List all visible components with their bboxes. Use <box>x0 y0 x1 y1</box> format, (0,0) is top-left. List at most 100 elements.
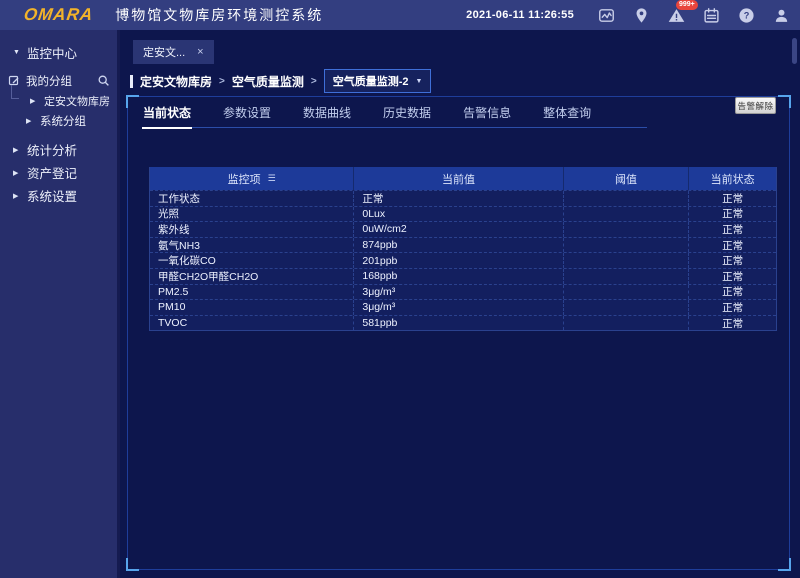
device-selector-dropdown[interactable]: 空气质量监测-2 ▼ <box>324 69 432 93</box>
alarm-count-badge: 999+ <box>676 0 698 10</box>
current-value-cell: 201ppb <box>353 253 562 268</box>
panel-corner-accent <box>778 558 791 571</box>
alarm-release-button[interactable]: 告警解除 <box>735 97 776 114</box>
monitor-item-name: 一氧化碳CO <box>150 253 353 268</box>
location-icon[interactable] <box>632 6 650 24</box>
sidebar-item-asset-registry[interactable]: ▶ 资产登记 <box>0 162 117 183</box>
current-value-cell: 581ppb <box>353 316 562 331</box>
threshold-cell <box>563 300 689 315</box>
breadcrumb-separator: > <box>219 76 225 87</box>
column-header-current-value: 当前值 <box>353 167 562 190</box>
tab-history-data[interactable]: 历史数据 <box>382 100 432 127</box>
breadcrumb-accent-bar <box>130 75 133 88</box>
sidebar-item-label: 系统分组 <box>40 113 86 129</box>
tab-overall-query[interactable]: 整体查询 <box>542 100 592 127</box>
chevron-down-icon: ▼ <box>416 78 423 85</box>
current-value-cell: 0uW/cm2 <box>353 222 562 237</box>
sidebar-item-system-groups[interactable]: ▶ 系统分组 <box>0 111 117 131</box>
threshold-cell <box>563 238 689 253</box>
current-value-cell: 168ppb <box>353 269 562 284</box>
tab-current-status[interactable]: 当前状态 <box>142 100 192 127</box>
breadcrumb-air-quality[interactable]: 空气质量监测 <box>232 73 304 90</box>
caret-right-icon: ▶ <box>26 117 34 125</box>
current-value-cell: 3μg/m³ <box>353 300 562 315</box>
column-list-icon[interactable]: ☰ <box>268 173 276 184</box>
search-icon[interactable] <box>97 74 110 90</box>
user-icon[interactable] <box>772 6 790 24</box>
status-cell: 正常 <box>688 316 776 331</box>
current-value-cell: 0Lux <box>353 207 562 222</box>
caret-right-icon: ▶ <box>13 169 21 177</box>
sidebar-item-dingan-warehouse[interactable]: ▶ 定安文物库房 <box>0 91 117 111</box>
caret-right-icon: ▶ <box>13 146 21 154</box>
monitor-item-name: 氨气NH3 <box>150 238 353 253</box>
main-content: 定安文... × 定安文物库房 > 空气质量监测 > 空气质量监测-2 ▼ 当前… <box>123 30 800 578</box>
table-row: 光照 0Lux 正常 <box>150 206 776 222</box>
monitor-item-name: PM10 <box>150 300 353 315</box>
sidebar-item-label: 定安文物库房 <box>44 93 110 109</box>
help-icon[interactable]: ? <box>737 6 755 24</box>
sidebar-item-label: 我的分组 <box>26 73 72 89</box>
status-cell: 正常 <box>688 207 776 222</box>
page-tab-label: 定安文... <box>143 44 185 60</box>
status-cell: 正常 <box>688 253 776 268</box>
content-panel: 当前状态 参数设置 数据曲线 历史数据 告警信息 整体查询 告警解除 监控项 ☰… <box>127 96 790 570</box>
panel-corner-accent <box>778 95 791 108</box>
monitor-item-name: PM2.5 <box>150 285 353 300</box>
table-row: 工作状态 正常 正常 <box>150 190 776 206</box>
sidebar-item-statistics[interactable]: ▶ 统计分析 <box>0 139 117 160</box>
threshold-cell <box>563 316 689 331</box>
sidebar-item-system-settings[interactable]: ▶ 系统设置 <box>0 185 117 206</box>
monitor-table: 监控项 ☰ 当前值 阈值 当前状态 工作状态 正常 正常 <box>149 167 777 331</box>
caret-down-icon: ▼ <box>13 49 21 56</box>
breadcrumb-separator: > <box>311 76 317 87</box>
monitor-item-name: 工作状态 <box>150 191 353 206</box>
table-row: 紫外线 0uW/cm2 正常 <box>150 221 776 237</box>
threshold-cell <box>563 191 689 206</box>
status-cell: 正常 <box>688 222 776 237</box>
page-tab-dingan[interactable]: 定安文... × <box>133 40 214 64</box>
header-actions: 2021-06-11 11:26:55 999+ ? <box>466 6 790 24</box>
breadcrumb-warehouse[interactable]: 定安文物库房 <box>140 73 212 90</box>
table-row: 甲醛CH2O甲醛CH2O 168ppb 正常 <box>150 268 776 284</box>
calendar-icon[interactable] <box>702 6 720 24</box>
current-value-cell: 3μg/m³ <box>353 285 562 300</box>
monitor-item-name: 光照 <box>150 207 353 222</box>
monitor-item-name: 紫外线 <box>150 222 353 237</box>
device-selector-value: 空气质量监测-2 <box>333 73 409 89</box>
caret-right-icon: ▶ <box>30 97 38 105</box>
sidebar-nav: ▼ 监控中心 我的分组 ▶ 定安文物库房 ▶ 系统分组 ▶ 统计分析 ▶ 资产登… <box>0 30 120 578</box>
monitor-item-name: 甲醛CH2O甲醛CH2O <box>150 269 353 284</box>
table-row: TVOC 581ppb 正常 <box>150 315 776 331</box>
current-value-cell: 正常 <box>353 191 562 206</box>
sidebar-item-monitor-center[interactable]: ▼ 监控中心 <box>0 42 117 63</box>
top-header: OMARA 博物馆文物库房环境测控系统 2021-06-11 11:26:55 … <box>0 0 800 30</box>
app-title: 博物馆文物库房环境测控系统 <box>115 5 323 25</box>
table-row: 氨气NH3 874ppb 正常 <box>150 237 776 253</box>
table-header-row: 监控项 ☰ 当前值 阈值 当前状态 <box>150 167 776 190</box>
caret-right-icon: ▶ <box>13 192 21 200</box>
status-cell: 正常 <box>688 238 776 253</box>
tab-alarm-info[interactable]: 告警信息 <box>462 100 512 127</box>
tab-parameter-settings[interactable]: 参数设置 <box>222 100 272 127</box>
brand-logo: OMARA <box>23 5 95 25</box>
threshold-cell <box>563 222 689 237</box>
scrollbar-thumb[interactable] <box>792 38 797 64</box>
table-body: 工作状态 正常 正常 光照 0Lux 正常 紫外线 0u <box>150 190 776 330</box>
alarm-icon[interactable]: 999+ <box>667 6 685 24</box>
threshold-cell <box>563 253 689 268</box>
status-cell: 正常 <box>688 191 776 206</box>
tab-data-curves[interactable]: 数据曲线 <box>302 100 352 127</box>
close-icon[interactable]: × <box>197 46 203 58</box>
monitor-chart-icon[interactable] <box>597 6 615 24</box>
status-cell: 正常 <box>688 269 776 284</box>
current-value-cell: 874ppb <box>353 238 562 253</box>
column-header-status: 当前状态 <box>688 167 776 190</box>
threshold-cell <box>563 285 689 300</box>
svg-text:?: ? <box>743 10 749 20</box>
status-cell: 正常 <box>688 300 776 315</box>
status-cell: 正常 <box>688 285 776 300</box>
sidebar-item-label: 监控中心 <box>27 43 77 62</box>
panel-corner-accent <box>126 558 139 571</box>
table-row: PM2.5 3μg/m³ 正常 <box>150 284 776 300</box>
